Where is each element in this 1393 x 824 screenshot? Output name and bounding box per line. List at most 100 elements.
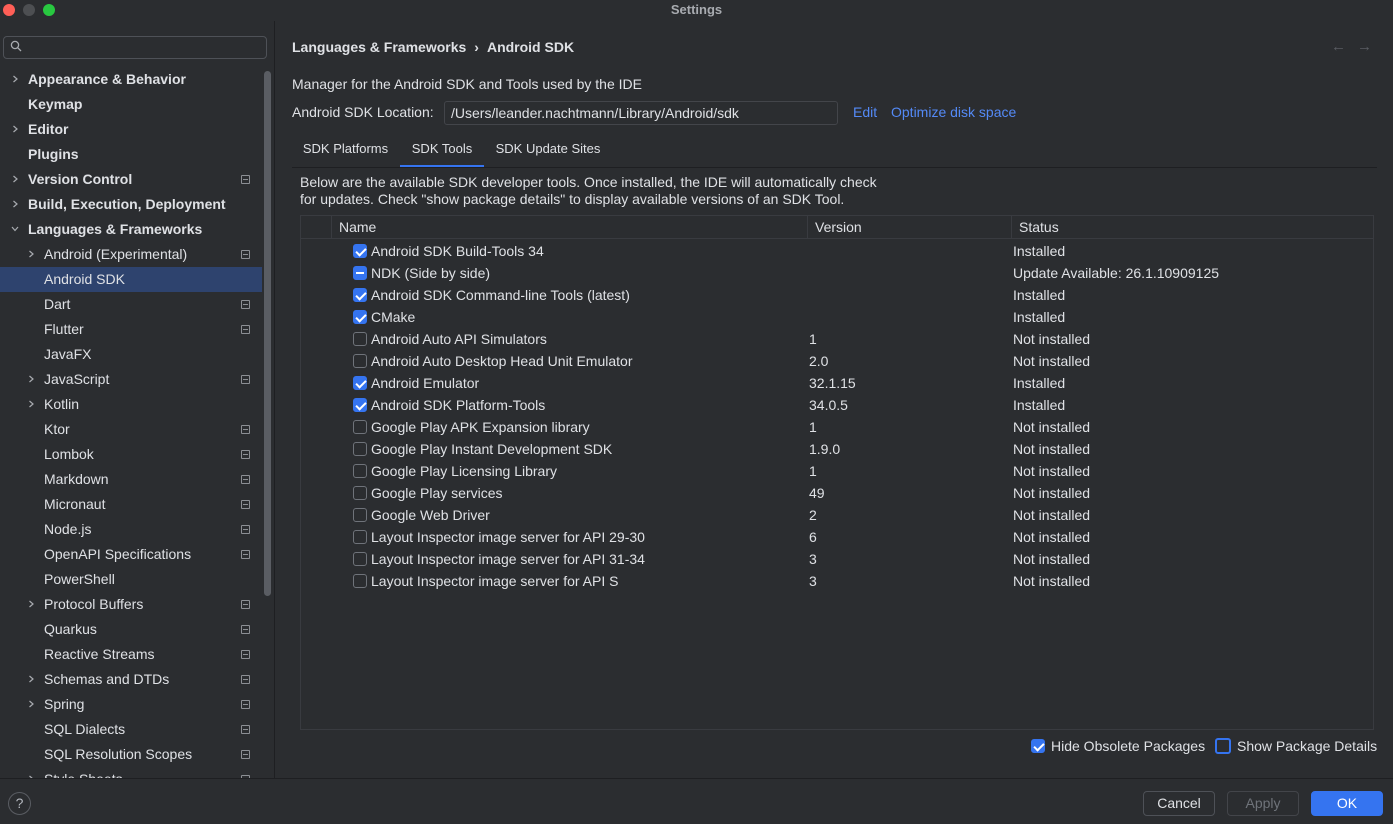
row-checkbox[interactable]: [353, 266, 367, 280]
row-checkbox[interactable]: [353, 464, 367, 478]
show-details-checkbox[interactable]: [1215, 738, 1231, 754]
forward-arrow-icon[interactable]: →: [1357, 39, 1372, 55]
sidebar-item-ktor[interactable]: Ktor: [0, 417, 262, 442]
optimize-disk-space-link[interactable]: Optimize disk space: [891, 104, 1016, 120]
table-row[interactable]: Layout Inspector image server for API 31…: [301, 548, 1373, 570]
search-box[interactable]: [3, 36, 267, 59]
row-checkbox[interactable]: [353, 310, 367, 324]
sidebar-item-schemas-and-dtds[interactable]: Schemas and DTDs: [0, 667, 262, 692]
sidebar-item-node-js[interactable]: Node.js: [0, 517, 262, 542]
chevron-down-icon[interactable]: [11, 225, 19, 233]
row-checkbox[interactable]: [353, 398, 367, 412]
row-checkbox[interactable]: [353, 354, 367, 368]
ok-button[interactable]: OK: [1311, 791, 1383, 816]
table-row[interactable]: Layout Inspector image server for API S 3…: [301, 570, 1373, 592]
sidebar-item-flutter[interactable]: Flutter: [0, 317, 262, 342]
table-row[interactable]: Android Emulator 32.1.15 Installed: [301, 372, 1373, 394]
row-checkbox[interactable]: [353, 332, 367, 346]
sidebar-item-spring[interactable]: Spring: [0, 692, 262, 717]
column-header-status[interactable]: Status: [1011, 216, 1373, 238]
cell-version: 6: [809, 529, 817, 545]
show-details-option[interactable]: Show Package Details: [1215, 738, 1377, 756]
sidebar-item-javascript[interactable]: JavaScript: [0, 367, 262, 392]
tab-sdk-tools[interactable]: SDK Tools: [400, 134, 484, 168]
row-checkbox[interactable]: [353, 552, 367, 566]
sidebar-item-reactive-streams[interactable]: Reactive Streams: [0, 642, 262, 667]
help-button[interactable]: ?: [8, 792, 31, 815]
breadcrumb-item-languages[interactable]: Languages & Frameworks: [292, 39, 466, 55]
column-header-version[interactable]: Version: [807, 216, 1011, 238]
main-panel: Languages & Frameworks › Android SDK ← → M…: [276, 21, 1393, 778]
sidebar-item-editor[interactable]: Editor: [0, 117, 262, 142]
chevron-right-icon[interactable]: [11, 200, 19, 208]
sidebar-item-sql-dialects[interactable]: SQL Dialects: [0, 717, 262, 742]
column-header-name[interactable]: Name: [331, 216, 807, 238]
chevron-right-icon[interactable]: [27, 600, 35, 608]
sidebar-item-protocol-buffers[interactable]: Protocol Buffers: [0, 592, 262, 617]
row-checkbox[interactable]: [353, 530, 367, 544]
cancel-button[interactable]: Cancel: [1143, 791, 1215, 816]
sidebar-item-lombok[interactable]: Lombok: [0, 442, 262, 467]
table-row[interactable]: Google Play services 49 Not installed: [301, 482, 1373, 504]
hide-obsolete-checkbox[interactable]: [1031, 739, 1045, 753]
table-row[interactable]: Google Play APK Expansion library 1 Not in…: [301, 416, 1373, 438]
show-details-label[interactable]: Show Package Details: [1237, 738, 1377, 754]
sidebar-item-style-sheets[interactable]: Style Sheets: [0, 767, 262, 778]
sidebar-item-quarkus[interactable]: Quarkus: [0, 617, 262, 642]
chevron-right-icon[interactable]: [27, 375, 35, 383]
chevron-right-icon[interactable]: [27, 400, 35, 408]
back-arrow-icon[interactable]: ←: [1331, 39, 1346, 55]
sdk-location-field[interactable]: /Users/leander.nachtmann/Library/Android…: [444, 101, 838, 125]
sidebar-item-build-execution-deployment[interactable]: Build, Execution, Deployment: [0, 192, 262, 217]
chevron-right-icon[interactable]: [11, 75, 19, 83]
table-row[interactable]: Layout Inspector image server for API 29…: [301, 526, 1373, 548]
table-row[interactable]: Android SDK Platform-Tools 34.0.5 Installe…: [301, 394, 1373, 416]
table-row[interactable]: Google Play Licensing Library 1 Not instal…: [301, 460, 1373, 482]
row-checkbox[interactable]: [353, 486, 367, 500]
table-row[interactable]: NDK (Side by side) Update Available: 26.1…: [301, 262, 1373, 284]
table-row[interactable]: CMake Installed: [301, 306, 1373, 328]
sidebar-item-markdown[interactable]: Markdown: [0, 467, 262, 492]
chevron-right-icon[interactable]: [27, 700, 35, 708]
table-row[interactable]: Android Auto Desktop Head Unit Emulator 2…: [301, 350, 1373, 372]
row-checkbox[interactable]: [353, 574, 367, 588]
chevron-right-icon[interactable]: [27, 250, 35, 258]
edit-location-link[interactable]: Edit: [853, 104, 877, 120]
row-checkbox[interactable]: [353, 288, 367, 302]
tab-sdk-update-sites[interactable]: SDK Update Sites: [487, 134, 609, 168]
sidebar-item-javafx[interactable]: JavaFX: [0, 342, 262, 367]
tab-sdk-platforms[interactable]: SDK Platforms: [292, 134, 399, 168]
table-row[interactable]: Android SDK Build-Tools 34 Installed: [301, 240, 1373, 262]
table-row[interactable]: Android Auto API Simulators 1 Not installe…: [301, 328, 1373, 350]
row-checkbox[interactable]: [353, 420, 367, 434]
sidebar-item-plugins[interactable]: Plugins: [0, 142, 262, 167]
help-text-line-2: for updates. Check "show package details…: [300, 191, 845, 207]
chevron-right-icon[interactable]: [11, 175, 19, 183]
sidebar-item-appearance-behavior[interactable]: Appearance & Behavior: [0, 67, 262, 92]
sidebar-item-keymap[interactable]: Keymap: [0, 92, 262, 117]
search-input[interactable]: [30, 38, 264, 57]
apply-button[interactable]: Apply: [1227, 791, 1299, 816]
sidebar-item-sql-resolution-scopes[interactable]: SQL Resolution Scopes: [0, 742, 262, 767]
row-checkbox[interactable]: [353, 508, 367, 522]
table-row[interactable]: Google Web Driver 2 Not installed: [301, 504, 1373, 526]
hide-obsolete-option[interactable]: Hide Obsolete Packages: [1031, 738, 1206, 756]
sidebar-item-version-control[interactable]: Version Control: [0, 167, 262, 192]
sidebar-item-android-experimental[interactable]: Android (Experimental): [0, 242, 262, 267]
sidebar-item-micronaut[interactable]: Micronaut: [0, 492, 262, 517]
sidebar-item-android-sdk[interactable]: Android SDK: [0, 267, 262, 292]
sidebar-scrollbar[interactable]: [264, 71, 271, 596]
table-row[interactable]: Android SDK Command-line Tools (latest) I…: [301, 284, 1373, 306]
sidebar-item-dart[interactable]: Dart: [0, 292, 262, 317]
sidebar-item-kotlin[interactable]: Kotlin: [0, 392, 262, 417]
sidebar-item-openapi-specifications[interactable]: OpenAPI Specifications: [0, 542, 262, 567]
table-row[interactable]: Google Play Instant Development SDK 1.9.0…: [301, 438, 1373, 460]
row-checkbox[interactable]: [353, 376, 367, 390]
sidebar-item-powershell[interactable]: PowerShell: [0, 567, 262, 592]
row-checkbox[interactable]: [353, 442, 367, 456]
chevron-right-icon[interactable]: [27, 675, 35, 683]
chevron-right-icon[interactable]: [11, 125, 19, 133]
hide-obsolete-label[interactable]: Hide Obsolete Packages: [1051, 738, 1205, 754]
row-checkbox[interactable]: [353, 244, 367, 258]
sidebar-item-languages-frameworks[interactable]: Languages & Frameworks: [0, 217, 262, 242]
